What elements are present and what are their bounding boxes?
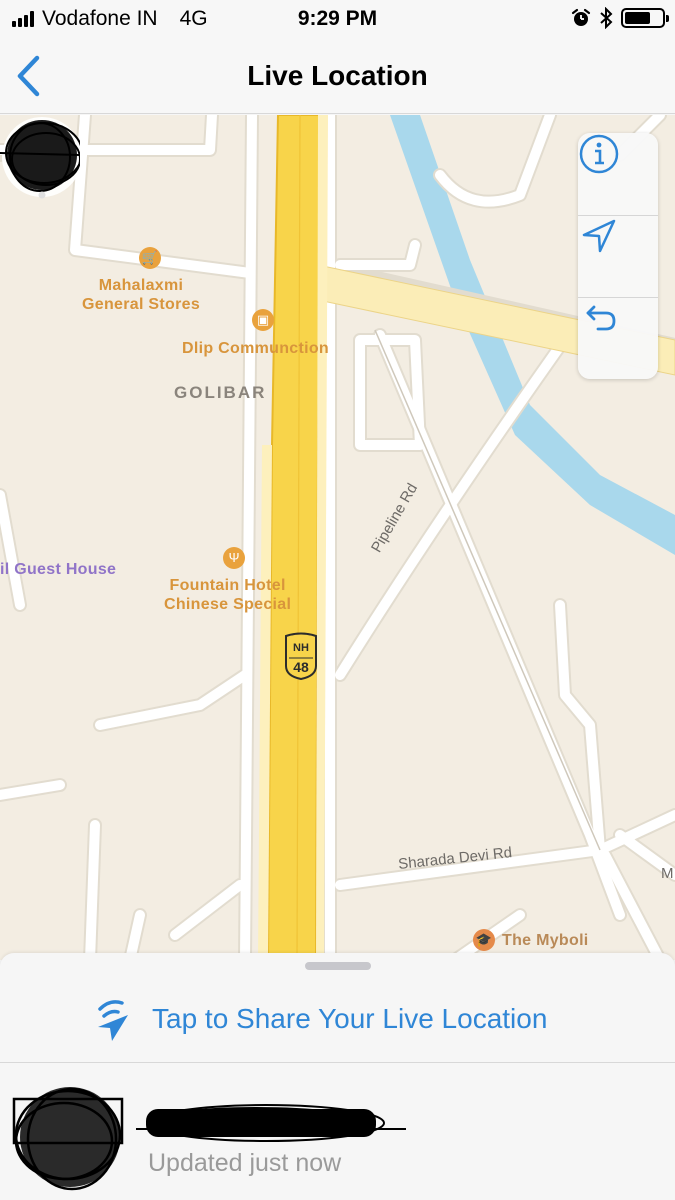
battery-fill: [625, 12, 651, 24]
poi-fountain-hotel[interactable]: Fountain Hotel Chinese Special: [164, 576, 291, 614]
share-live-location-label: Tap to Share Your Live Location: [152, 1003, 548, 1034]
poi-myboli[interactable]: The Myboli: [502, 931, 589, 950]
user-location-pin[interactable]: [0, 115, 80, 199]
shield-line2: 48: [293, 659, 309, 675]
highway-shield-icon: NH 48: [285, 632, 317, 680]
status-bar: Vodafone IN 4G 9:29 PM: [0, 0, 675, 38]
area-golibar: GOLIBAR: [174, 383, 267, 402]
poi-fountain-line2: Chinese Special: [164, 596, 292, 613]
bottom-sheet: Tap to Share Your Live Location Updated …: [0, 953, 675, 1200]
contact-row[interactable]: Updated just now: [0, 1063, 675, 1200]
page-title: Live Location: [247, 60, 428, 91]
map-base: [0, 115, 675, 960]
map-view[interactable]: 🛒 Mahalaxmi General Stores ▣ Dlip Commun…: [0, 115, 675, 960]
graduation-cap-icon[interactable]: 🎓: [473, 929, 495, 951]
live-location-share-icon: [98, 1000, 128, 1041]
share-live-location-button[interactable]: Tap to Share Your Live Location: [0, 981, 675, 1061]
map-controls: [578, 133, 658, 379]
poi-mahalaxmi-line2: General Stores: [82, 296, 201, 313]
battery-icon: [621, 8, 669, 28]
poi-guest-house[interactable]: il Guest House: [0, 561, 116, 579]
return-button[interactable]: [578, 297, 658, 379]
poi-mahalaxmi-line1: Mahalaxmi: [98, 277, 184, 294]
track-location-button[interactable]: [578, 215, 658, 297]
shield-line1: NH: [293, 642, 309, 654]
poi-fountain-line1: Fountain Hotel: [169, 577, 286, 594]
info-icon: [579, 134, 619, 174]
location-arrow-icon: [582, 219, 616, 253]
bluetooth-icon: [600, 7, 613, 29]
alarm-icon: [571, 8, 591, 26]
contact-status: Updated just now: [148, 1149, 342, 1177]
shopping-cart-icon[interactable]: 🛒: [139, 247, 161, 269]
sheet-grabber[interactable]: [305, 962, 371, 970]
contact-name-redacted: [136, 1104, 406, 1142]
briefcase-icon[interactable]: ▣: [252, 309, 274, 331]
edge-label: M: [661, 865, 674, 882]
nav-bar: Live Location: [0, 38, 675, 114]
poi-dlip[interactable]: Dlip Communction: [182, 339, 329, 358]
highway: [266, 115, 324, 960]
poi-mahalaxmi[interactable]: Mahalaxmi General Stores: [82, 276, 200, 314]
avatar: [12, 1087, 124, 1191]
info-button[interactable]: [578, 133, 658, 215]
fork-knife-icon[interactable]: Ψ: [223, 547, 245, 569]
status-right: [571, 7, 669, 29]
return-icon: [586, 305, 616, 331]
